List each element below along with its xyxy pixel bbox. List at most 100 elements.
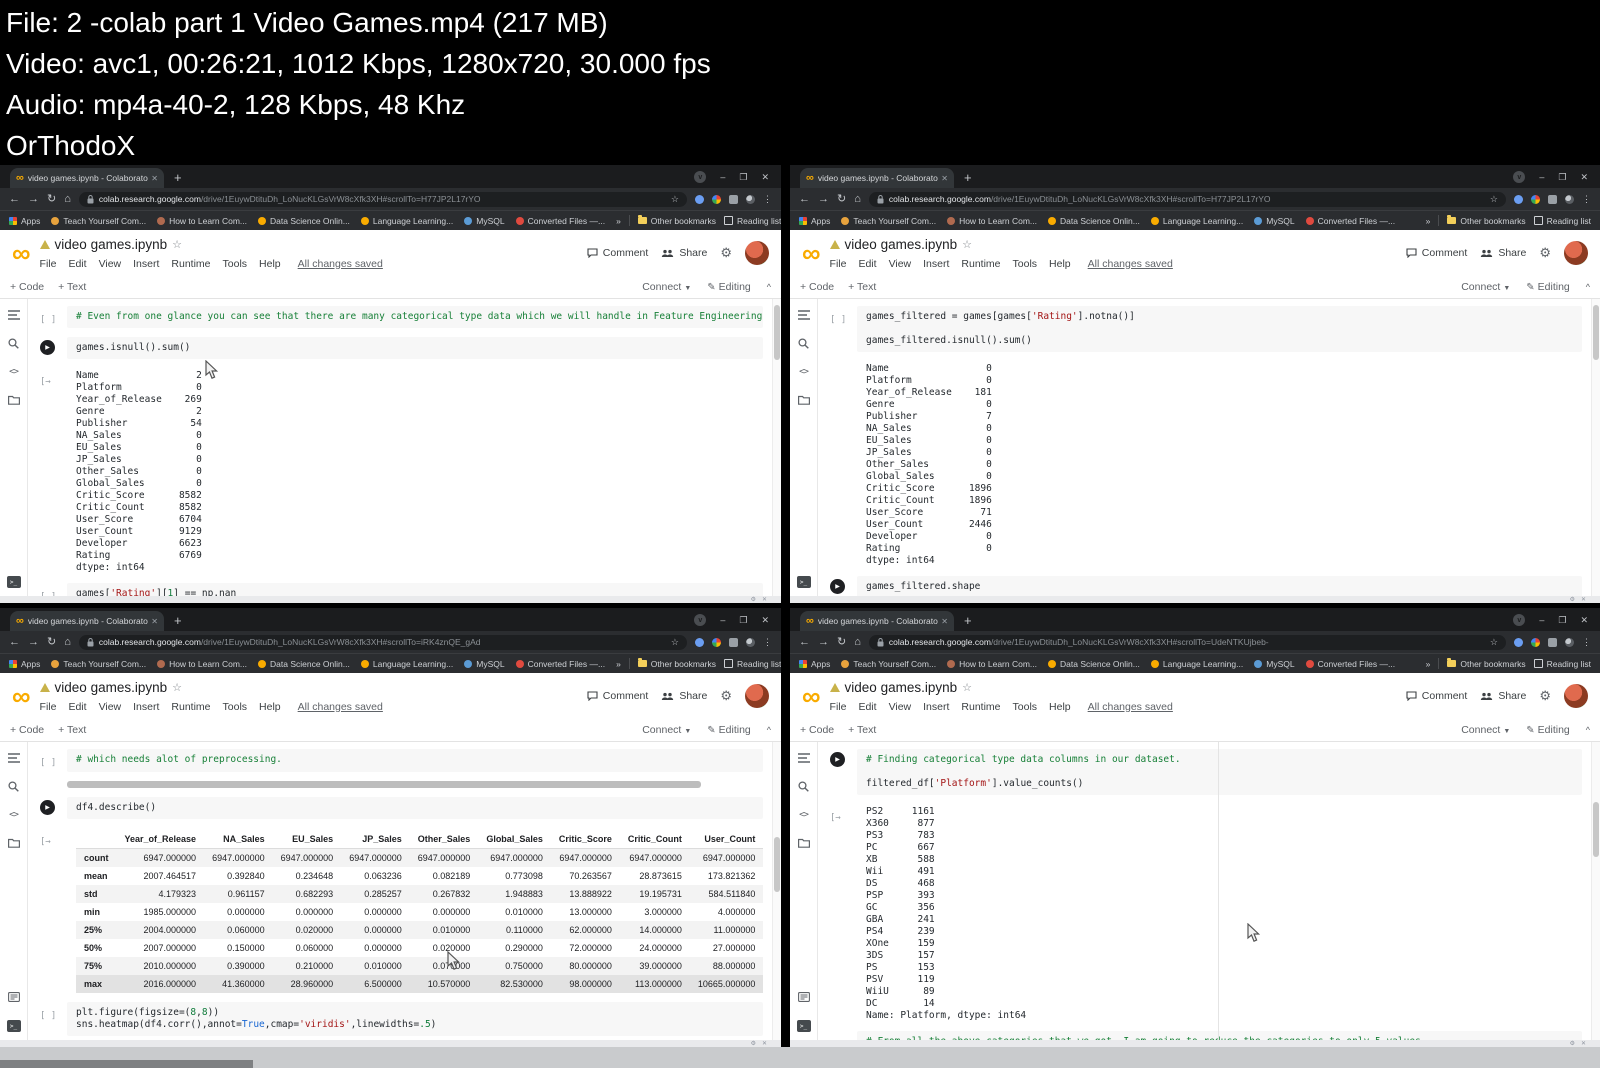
code-snippets-icon[interactable]: <> [799, 810, 809, 820]
executed-code-history-icon[interactable] [797, 992, 810, 1002]
search-icon[interactable] [8, 338, 19, 349]
code-editor[interactable]: games['Rating'][1] == np.nan [67, 583, 763, 596]
menu-item-file[interactable]: File [40, 701, 57, 713]
colab-logo[interactable]: ∞ [802, 240, 821, 266]
new-tab-button[interactable]: + [174, 614, 182, 627]
bookmark-item[interactable]: Data Science Onlin... [258, 216, 350, 226]
menu-item-help[interactable]: Help [1049, 258, 1071, 270]
menu-item-tools[interactable]: Tools [223, 258, 248, 270]
autosave-status[interactable]: All changes saved [1088, 258, 1173, 270]
collapse-toolbar-button[interactable]: ^ [767, 725, 771, 735]
bookmark-item[interactable]: Teach Yourself Com... [841, 216, 936, 226]
autosave-status[interactable]: All changes saved [298, 701, 383, 713]
bookmark-item[interactable]: Converted Files —... [1305, 659, 1395, 669]
user-avatar[interactable] [1564, 241, 1588, 265]
home-icon[interactable]: ⌂ [64, 636, 71, 648]
reload-icon[interactable]: ↻ [47, 193, 56, 205]
connect-button[interactable]: Connect ▼ [642, 281, 691, 293]
files-icon[interactable] [7, 838, 20, 848]
add-text-button[interactable]: + Text [848, 724, 876, 736]
code-snippets-icon[interactable]: <> [9, 810, 19, 820]
close-icon[interactable]: ✕ [1581, 1041, 1586, 1047]
cell-run-placeholder[interactable]: [ ] [40, 1011, 56, 1021]
code-editor[interactable]: games_filtered = games[games['Rating'].n… [857, 306, 1582, 352]
bookmark-item[interactable]: How to Learn Com... [157, 659, 247, 669]
bookmark-item[interactable]: Language Learning... [360, 216, 453, 226]
back-icon[interactable]: ← [9, 193, 20, 205]
code-editor[interactable]: games.isnull().sum() [67, 337, 763, 359]
restore-icon[interactable]: ❐ [739, 615, 747, 625]
share-button[interactable]: Share [661, 690, 707, 702]
add-code-button[interactable]: + Code [10, 724, 44, 736]
menu-item-help[interactable]: Help [259, 258, 281, 270]
menu-item-file[interactable]: File [830, 701, 847, 713]
bookmark-star-icon[interactable]: ☆ [671, 637, 679, 648]
comment-button[interactable]: Comment [587, 690, 648, 702]
chrome-extension-icon[interactable] [1531, 194, 1540, 204]
minimize-icon[interactable]: – [1539, 615, 1544, 625]
code-editor[interactable]: df4.describe() [67, 797, 763, 819]
add-code-button[interactable]: + Code [800, 281, 834, 293]
chrome-menu-icon[interactable]: ⋮ [1582, 194, 1591, 205]
menu-item-edit[interactable]: Edit [68, 258, 86, 270]
colab-logo[interactable]: ∞ [12, 240, 31, 266]
bookmark-item[interactable]: Language Learning... [1150, 659, 1243, 669]
home-icon[interactable]: ⌂ [64, 193, 71, 205]
browser-tab[interactable]: ∞ video games.ipynb - Colaborato ✕ [800, 611, 954, 631]
restore-icon[interactable]: ❐ [739, 172, 747, 182]
connect-button[interactable]: Connect ▼ [642, 724, 691, 736]
bookmark-item[interactable]: MySQL [1254, 216, 1295, 226]
terminal-icon[interactable]: >_ [796, 1020, 811, 1032]
back-icon[interactable]: ← [9, 636, 20, 648]
other-bookmarks-button[interactable]: Other bookmarks [1447, 658, 1526, 669]
other-bookmarks-button[interactable]: Other bookmarks [637, 658, 716, 669]
bookmark-item[interactable]: Teach Yourself Com... [51, 216, 146, 226]
table-of-contents-icon[interactable] [7, 310, 20, 320]
menu-item-file[interactable]: File [40, 258, 57, 270]
reading-list-button[interactable]: Reading list [1533, 659, 1591, 669]
notebook-title[interactable]: video games.ipynb [845, 237, 958, 252]
table-of-contents-icon[interactable] [7, 753, 20, 763]
user-avatar[interactable] [745, 684, 769, 708]
menu-item-view[interactable]: View [99, 701, 122, 713]
home-icon[interactable]: ⌂ [854, 193, 861, 205]
bookmark-item[interactable]: Apps [9, 216, 40, 226]
code-editor[interactable]: # Finding categorical type data columns … [857, 749, 1582, 795]
autosave-status[interactable]: All changes saved [1088, 701, 1173, 713]
terminal-icon[interactable]: >_ [6, 1020, 21, 1032]
menu-item-help[interactable]: Help [1049, 701, 1071, 713]
back-icon[interactable]: ← [799, 636, 810, 648]
star-icon[interactable]: ☆ [962, 238, 972, 251]
bookmarks-overflow-icon[interactable]: » [1426, 216, 1431, 226]
scrollbar-thumb[interactable] [774, 837, 780, 892]
address-bar[interactable]: colab.research.google.com/drive/1EuywDti… [78, 634, 687, 650]
bookmark-item[interactable]: Data Science Onlin... [1048, 216, 1140, 226]
terminal-icon[interactable]: >_ [796, 576, 811, 588]
tab-close-icon[interactable]: ✕ [151, 617, 158, 626]
browser-tab[interactable]: ∞ video games.ipynb - Colaborato ✕ [10, 168, 164, 188]
collapse-toolbar-button[interactable]: ^ [767, 282, 771, 292]
comment-button[interactable]: Comment [587, 247, 648, 259]
connect-button[interactable]: Connect ▼ [1461, 281, 1510, 293]
reading-list-button[interactable]: Reading list [724, 216, 781, 226]
menu-item-runtime[interactable]: Runtime [961, 701, 1000, 713]
editing-mode-button[interactable]: ✎ Editing [707, 281, 751, 293]
address-bar[interactable]: colab.research.google.com/drive/1EuywDti… [78, 191, 687, 207]
colab-logo[interactable]: ∞ [802, 683, 821, 709]
editing-mode-button[interactable]: ✎ Editing [1526, 724, 1570, 736]
menu-item-runtime[interactable]: Runtime [171, 258, 210, 270]
bookmark-item[interactable]: How to Learn Com... [947, 216, 1037, 226]
bookmark-star-icon[interactable]: ☆ [1490, 637, 1498, 648]
share-button[interactable]: Share [1480, 690, 1526, 702]
collapse-toolbar-button[interactable]: ^ [1586, 725, 1590, 735]
tab-search-icon[interactable]: v [1513, 614, 1526, 626]
bookmark-item[interactable]: Apps [799, 216, 830, 226]
extensions-puzzle-icon[interactable] [1548, 637, 1557, 647]
browser-tab[interactable]: ∞ video games.ipynb - Colaborato ✕ [800, 168, 954, 188]
scrollbar[interactable] [772, 742, 781, 1040]
extension-icon[interactable] [695, 194, 704, 204]
bookmarks-overflow-icon[interactable]: » [616, 659, 621, 669]
menu-item-edit[interactable]: Edit [858, 701, 876, 713]
bookmark-item[interactable]: Language Learning... [1150, 216, 1243, 226]
extension-icon[interactable] [1514, 194, 1523, 204]
